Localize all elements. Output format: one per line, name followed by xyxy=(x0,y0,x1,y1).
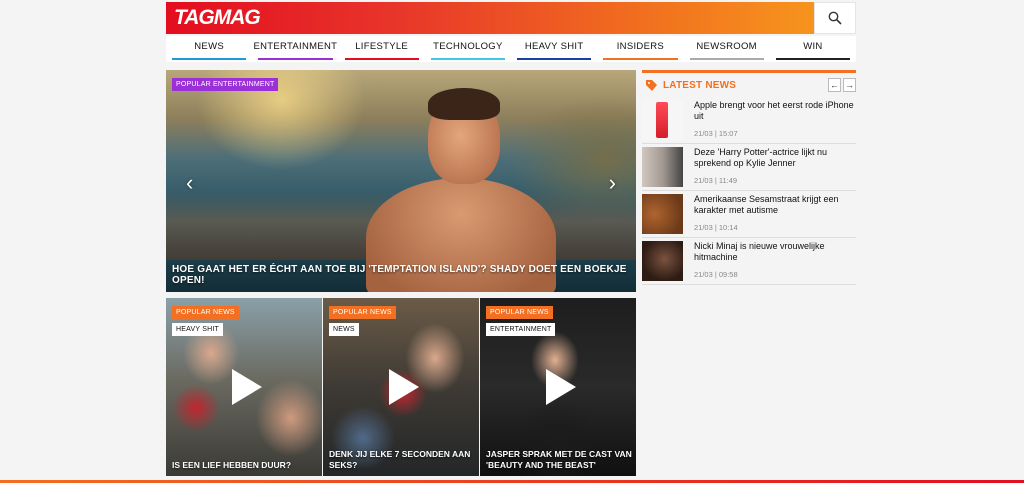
news-thumbnail[interactable] xyxy=(642,147,683,187)
news-thumbnail[interactable] xyxy=(642,100,683,140)
card-title[interactable]: IS EEN LIEF HEBBEN DUUR? xyxy=(172,460,318,471)
search-button[interactable] xyxy=(814,2,856,34)
site-header: TAGMAG xyxy=(166,2,856,34)
card-category-tag[interactable]: HEAVY SHIT xyxy=(172,323,223,336)
nav-item-heavy-shit[interactable]: HEAVY SHIT xyxy=(511,36,597,62)
nav-item-news[interactable]: NEWS xyxy=(166,36,252,62)
nav-item-entertainment[interactable]: ENTERTAINMENT xyxy=(252,36,338,62)
nav-underline xyxy=(775,58,850,60)
hero-slide[interactable]: POPULAR ENTERTAINMENT ‹ › HOE GAAT HET E… xyxy=(166,70,636,292)
card-category-tag[interactable]: ENTERTAINMENT xyxy=(486,323,556,336)
news-list: Apple brengt voor het eerst rode iPhone … xyxy=(642,97,856,285)
news-date: 21/03 | 15:07 xyxy=(694,129,738,138)
play-icon[interactable] xyxy=(546,369,576,405)
news-title[interactable]: Apple brengt voor het eerst rode iPhone … xyxy=(694,100,854,122)
nav-underline xyxy=(517,58,592,60)
list-item[interactable]: Deze 'Harry Potter'-actrice lijkt nu spr… xyxy=(642,144,856,191)
card-category-tag[interactable]: NEWS xyxy=(329,323,359,336)
nav-item-label: INSIDERS xyxy=(616,41,665,52)
hero-title[interactable]: HOE GAAT HET ER ÉCHT AAN TOE BIJ 'TEMPTA… xyxy=(172,264,630,286)
sidebar-header: LATEST NEWS ← → xyxy=(642,76,856,94)
news-thumbnail[interactable] xyxy=(642,194,683,234)
arrow-left-icon[interactable]: ← xyxy=(828,78,841,92)
site-logo[interactable]: TAGMAG xyxy=(174,6,261,30)
nav-item-win[interactable]: WIN xyxy=(770,36,856,62)
sidebar-title: LATEST NEWS xyxy=(663,79,737,91)
card-title[interactable]: JASPER SPRAK MET DE CAST VAN 'BEAUTY AND… xyxy=(486,449,632,471)
news-title[interactable]: Amerikaanse Sesamstraat krijgt een karak… xyxy=(694,194,854,216)
brand-bar: TAGMAG xyxy=(166,2,814,34)
nav-underline xyxy=(603,58,678,60)
news-date: 21/03 | 11:49 xyxy=(694,176,738,185)
nav-item-label: NEWS xyxy=(194,41,224,52)
news-title[interactable]: Deze 'Harry Potter'-actrice lijkt nu spr… xyxy=(694,147,854,169)
sidebar-accent-line xyxy=(642,70,856,73)
nav-item-label: ENTERTAINMENT xyxy=(253,41,338,52)
nav-item-insiders[interactable]: INSIDERS xyxy=(597,36,683,62)
chevron-left-icon[interactable]: ‹ xyxy=(186,170,193,196)
nav-item-label: HEAVY SHIT xyxy=(524,41,584,52)
page: TAGMAG NEWS ENTERTAINMENT LIFESTYLE TECH… xyxy=(0,0,1024,483)
tag-icon xyxy=(646,79,657,91)
nav-item-label: TECHNOLOGY xyxy=(433,41,503,52)
nav-underline xyxy=(689,58,764,60)
chevron-right-icon[interactable]: › xyxy=(609,170,616,196)
nav-underline xyxy=(344,58,419,60)
card-popular-tag[interactable]: POPULAR NEWS xyxy=(172,306,239,319)
nav-item-newsroom[interactable]: NEWSROOM xyxy=(684,36,770,62)
main-nav: NEWS ENTERTAINMENT LIFESTYLE TECHNOLOGY … xyxy=(166,36,856,62)
list-item[interactable]: Nicki Minaj is nieuwe vrouwelijke hitmac… xyxy=(642,238,856,285)
news-text: Nicki Minaj is nieuwe vrouwelijke hitmac… xyxy=(694,241,854,284)
video-card[interactable]: POPULAR NEWS NEWS DENK JIJ ELKE 7 SECOND… xyxy=(323,298,479,476)
nav-item-label: LIFESTYLE xyxy=(355,41,409,52)
nav-underline xyxy=(172,58,247,60)
latest-news-sidebar: LATEST NEWS ← → Apple brengt voor het ee… xyxy=(642,70,856,290)
card-title[interactable]: DENK JIJ ELKE 7 SECONDEN AAN SEKS? xyxy=(329,449,475,471)
news-date: 21/03 | 10:14 xyxy=(694,223,738,232)
video-card[interactable]: POPULAR NEWS ENTERTAINMENT JASPER SPRAK … xyxy=(480,298,636,476)
video-card[interactable]: POPULAR NEWS HEAVY SHIT IS EEN LIEF HEBB… xyxy=(166,298,322,476)
nav-item-lifestyle[interactable]: LIFESTYLE xyxy=(339,36,425,62)
news-thumbnail[interactable] xyxy=(642,241,683,281)
list-item[interactable]: Amerikaanse Sesamstraat krijgt een karak… xyxy=(642,191,856,238)
hero-image-person-hair xyxy=(428,88,500,120)
play-icon[interactable] xyxy=(389,369,419,405)
card-popular-tag[interactable]: POPULAR NEWS xyxy=(329,306,396,319)
nav-underline xyxy=(258,58,333,60)
news-date: 21/03 | 09:58 xyxy=(694,270,738,279)
nav-item-label: WIN xyxy=(803,41,823,52)
nav-item-technology[interactable]: TECHNOLOGY xyxy=(425,36,511,62)
nav-underline xyxy=(430,58,505,60)
nav-item-label: NEWSROOM xyxy=(696,41,757,52)
sidebar-pager: ← → xyxy=(828,78,856,92)
news-text: Deze 'Harry Potter'-actrice lijkt nu spr… xyxy=(694,147,854,190)
news-text: Amerikaanse Sesamstraat krijgt een karak… xyxy=(694,194,854,237)
news-text: Apple brengt voor het eerst rode iPhone … xyxy=(694,100,854,143)
list-item[interactable]: Apple brengt voor het eerst rode iPhone … xyxy=(642,97,856,144)
news-title[interactable]: Nicki Minaj is nieuwe vrouwelijke hitmac… xyxy=(694,241,854,263)
play-icon[interactable] xyxy=(232,369,262,405)
search-icon xyxy=(828,11,842,25)
arrow-right-icon[interactable]: → xyxy=(843,78,856,92)
hero-category-tag[interactable]: POPULAR ENTERTAINMENT xyxy=(172,78,279,91)
card-popular-tag[interactable]: POPULAR NEWS xyxy=(486,306,553,319)
